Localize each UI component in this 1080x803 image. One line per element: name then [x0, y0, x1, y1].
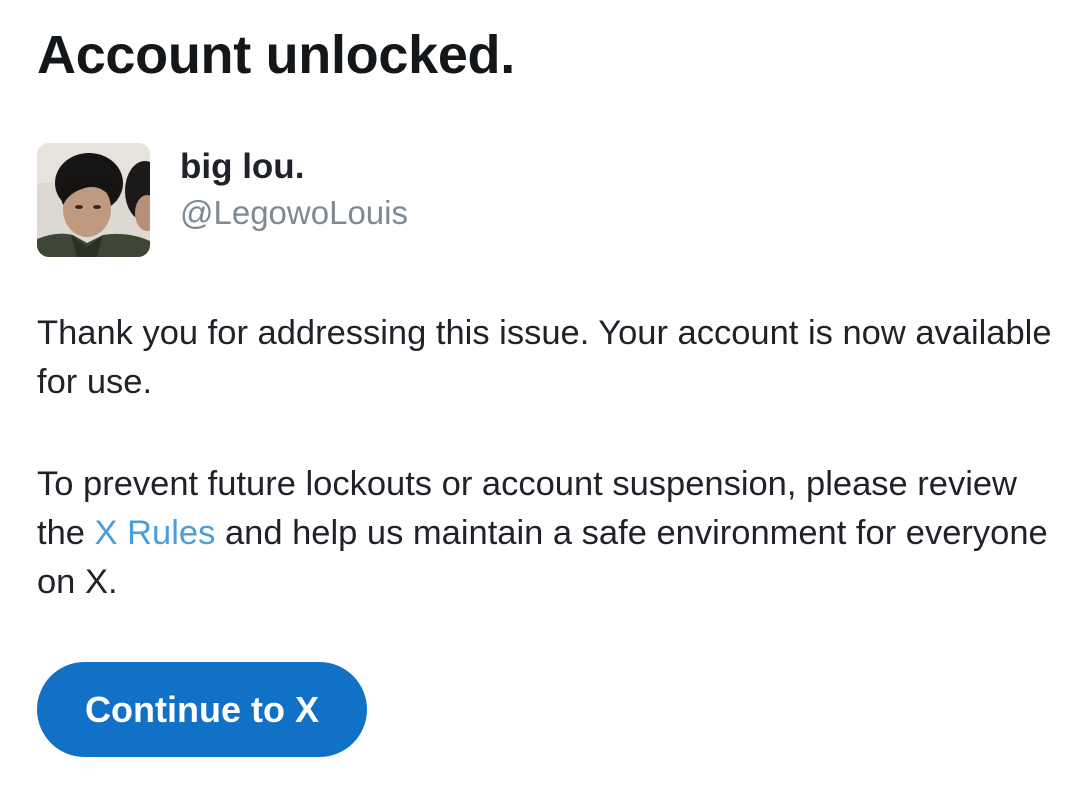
- x-rules-link[interactable]: X Rules: [95, 514, 216, 552]
- page-title: Account unlocked.: [37, 25, 515, 85]
- avatar: [37, 143, 150, 257]
- account-info: big lou. @LegowoLouis: [180, 143, 408, 235]
- display-name: big lou.: [180, 147, 305, 186]
- unlock-message: Thank you for addressing this issue. You…: [37, 314, 1052, 401]
- rules-message: To prevent future lockouts or account su…: [37, 460, 1057, 607]
- account-handle: @LegowoLouis: [180, 194, 408, 231]
- avatar-image: [37, 143, 150, 257]
- account-card: big lou. @LegowoLouis: [37, 143, 408, 257]
- continue-button[interactable]: Continue to X: [37, 662, 367, 757]
